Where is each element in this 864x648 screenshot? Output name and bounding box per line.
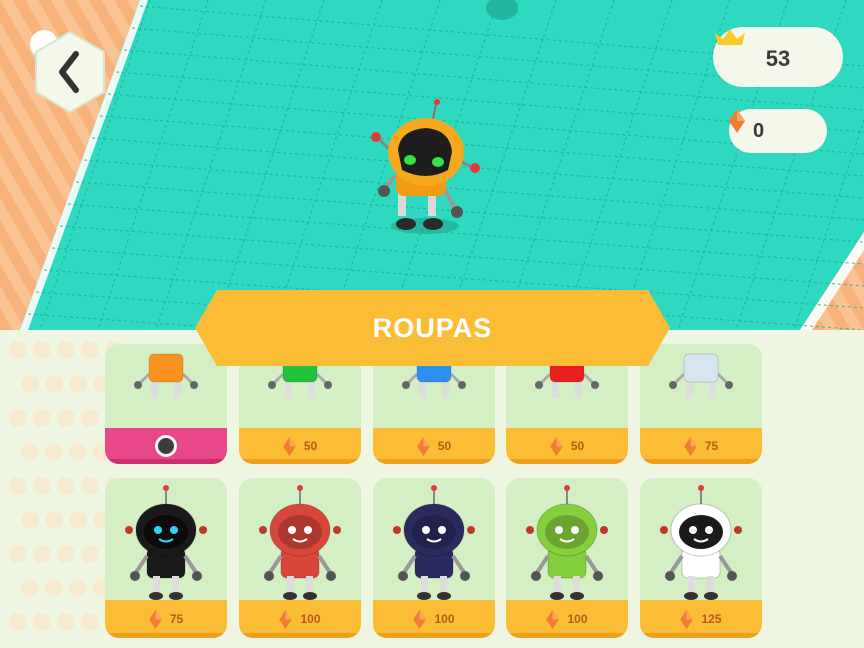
crown-icon [715, 29, 745, 45]
gem-icon [549, 436, 563, 456]
item-price: 125 [701, 612, 722, 626]
pattern-dot [57, 341, 75, 359]
price-tag: 100 [506, 600, 628, 638]
gem-icon [683, 436, 697, 456]
price-tag: 50 [373, 428, 495, 464]
pattern-dot [69, 375, 87, 393]
shop-item-card[interactable]: 75 [105, 478, 227, 638]
pattern-dot [21, 443, 39, 461]
crown-count: 53 [765, 46, 791, 71]
item-price: 100 [434, 612, 455, 626]
pattern-dot [33, 341, 51, 359]
shop-panel: 50 50 50 75 75 100 100 100 125 [0, 330, 864, 648]
pattern-dot [9, 613, 27, 631]
pattern-dot [69, 511, 87, 529]
pattern-dot [9, 341, 27, 359]
item-price: 50 [303, 439, 318, 453]
pattern-dot [81, 613, 99, 631]
price-tag: 125 [640, 600, 762, 638]
pattern-dot [81, 341, 99, 359]
equipped-indicator [105, 428, 227, 464]
pattern-dot [81, 409, 99, 427]
item-price: 75 [169, 612, 184, 626]
outfit-preview [259, 485, 341, 600]
pattern-dot [81, 477, 99, 495]
gem-icon [282, 436, 296, 456]
pattern-dot [57, 545, 75, 563]
outfit-preview [660, 485, 742, 600]
price-tag: 100 [373, 600, 495, 638]
gem-icon [546, 609, 560, 629]
outfit-preview [393, 485, 475, 600]
pattern-dot [9, 545, 27, 563]
back-button[interactable] [30, 28, 110, 116]
price-tag: 50 [506, 428, 628, 464]
gem-icon [729, 109, 745, 133]
gem-icon [413, 609, 427, 629]
pattern-dot [33, 409, 51, 427]
pattern-dot [69, 443, 87, 461]
price-tag: 100 [239, 600, 361, 638]
pattern-dot [33, 545, 51, 563]
pattern-dot [57, 409, 75, 427]
pattern-dot [9, 477, 27, 495]
equipped-icon [155, 435, 177, 457]
shop-item-card[interactable]: 100 [239, 478, 361, 638]
shop-item-card[interactable]: 100 [373, 478, 495, 638]
pattern-dot [33, 613, 51, 631]
price-tag: 75 [640, 428, 762, 464]
pattern-dot [45, 443, 63, 461]
pattern-dot [9, 409, 27, 427]
pattern-dot [21, 579, 39, 597]
item-price: 100 [567, 612, 588, 626]
price-tag: 75 [105, 600, 227, 638]
shop-item-card[interactable]: 125 [640, 478, 762, 638]
shop-item-card[interactable]: 100 [506, 478, 628, 638]
item-price: 100 [300, 612, 321, 626]
shop-title-banner: ROUPAS [195, 290, 670, 366]
shop-title: ROUPAS [372, 313, 493, 343]
pattern-dot [57, 477, 75, 495]
pattern-dot [69, 579, 87, 597]
game-scene: 53 0 [0, 0, 864, 340]
gem-icon [148, 609, 162, 629]
pattern-dot [81, 545, 99, 563]
gem-icon [416, 436, 430, 456]
outfit-preview [125, 485, 207, 600]
item-price: 75 [704, 439, 719, 453]
outfit-preview [526, 485, 608, 600]
item-price: 50 [570, 439, 585, 453]
gem-icon [279, 609, 293, 629]
pattern-dot [21, 375, 39, 393]
pattern-dot [57, 613, 75, 631]
crown-counter: 53 [713, 27, 843, 87]
gem-icon [680, 609, 694, 629]
gem-count: 0 [753, 119, 765, 142]
pattern-dot [33, 477, 51, 495]
pattern-dot [21, 511, 39, 529]
price-tag: 50 [239, 428, 361, 464]
pattern-dot [45, 375, 63, 393]
gem-counter: 0 [729, 109, 827, 153]
pattern-dot [45, 579, 63, 597]
pattern-dot [45, 511, 63, 529]
item-price: 50 [437, 439, 452, 453]
